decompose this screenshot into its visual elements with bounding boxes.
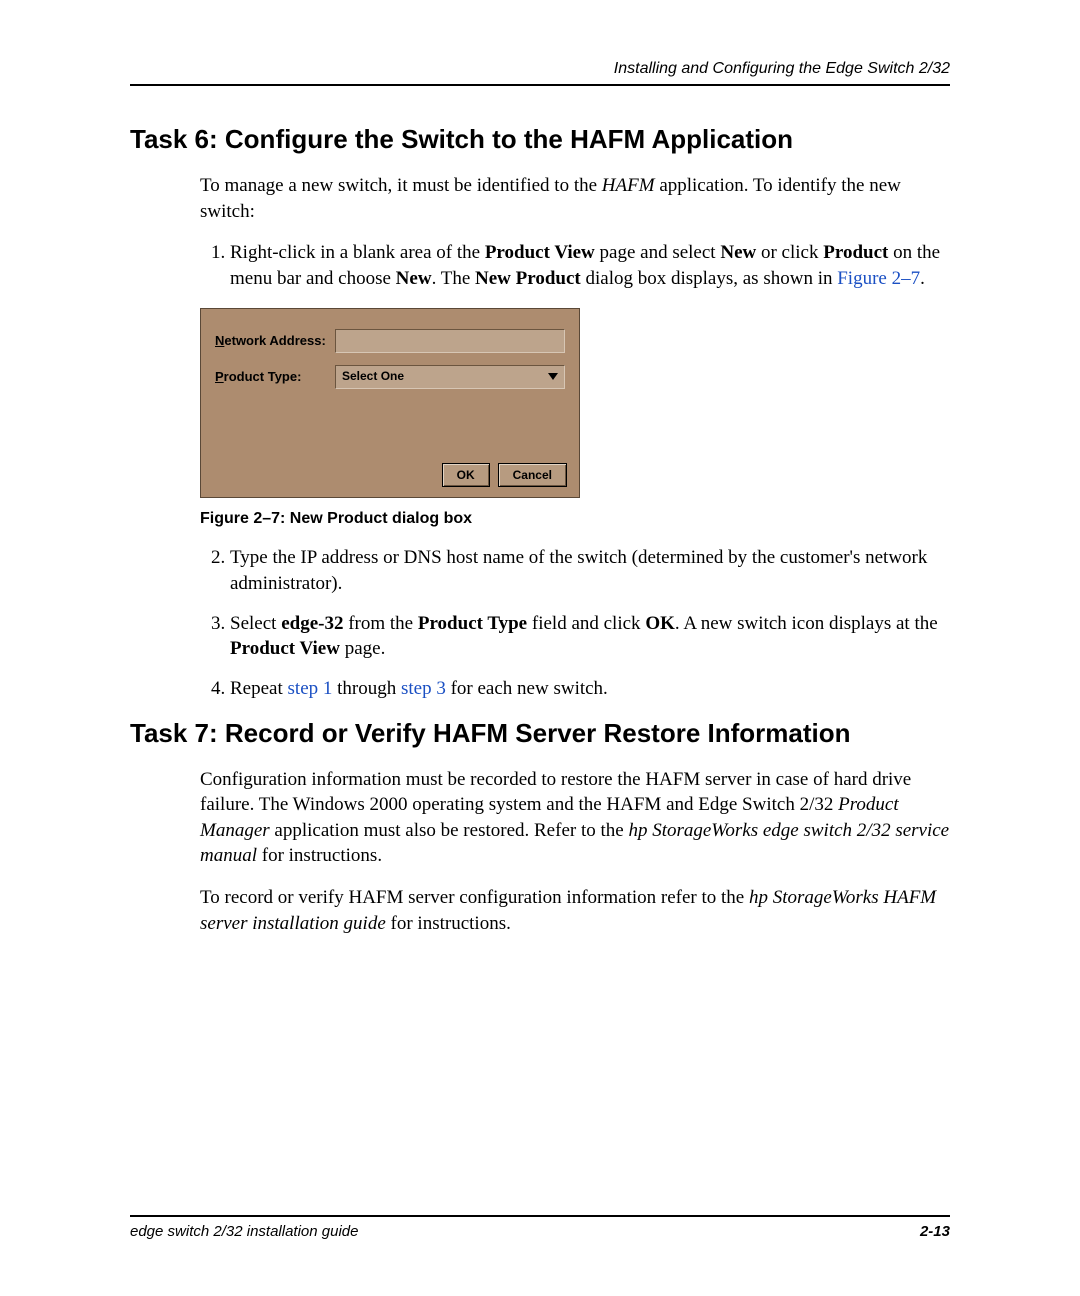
task6-list-continued: Type the IP address or DNS host name of … (200, 545, 950, 701)
task7-para-2: To record or verify HAFM server configur… (200, 885, 950, 936)
mnemonic: N (215, 333, 224, 348)
text: through (332, 678, 401, 699)
task6-list: Right-click in a blank area of the Produ… (200, 240, 950, 291)
product-type-label: Product Type: (215, 368, 335, 386)
text: Repeat (230, 678, 288, 699)
product-type-select[interactable]: Select One (335, 365, 565, 389)
ok-button[interactable]: OK (442, 463, 490, 487)
text: Select (230, 613, 281, 634)
page-number: 2-13 (920, 1223, 950, 1240)
text: for instructions. (257, 845, 382, 866)
task7-para-1: Configuration information must be record… (200, 767, 950, 870)
text-bold: New Product (475, 268, 581, 289)
step-2: Type the IP address or DNS host name of … (230, 545, 950, 596)
text: dialog box displays, as shown in (581, 268, 838, 289)
task6-title: Task 6: Configure the Switch to the HAFM… (130, 124, 950, 155)
text-bold: Product View (485, 242, 595, 263)
chevron-down-icon (548, 373, 558, 380)
text-bold: OK (645, 613, 675, 634)
mnemonic: P (215, 369, 224, 384)
step-ref-link[interactable]: step 1 (288, 678, 333, 699)
new-product-dialog: Network Address: Product Type: Select On… (200, 308, 580, 498)
figure-caption: Figure 2–7: New Product dialog box (200, 508, 950, 530)
text: from the (343, 613, 417, 634)
text-bold: Product (823, 242, 888, 263)
text: . A new switch icon displays at the (675, 613, 938, 634)
text: . The (432, 268, 475, 289)
text: field and click (527, 613, 645, 634)
text: or click (756, 242, 823, 263)
running-header: Installing and Configuring the Edge Swit… (130, 60, 950, 86)
cancel-button[interactable]: Cancel (498, 463, 567, 487)
step-4: Repeat step 1 through step 3 for each ne… (230, 676, 950, 702)
text: page and select (595, 242, 721, 263)
page-footer: edge switch 2/32 installation guide 2-13 (130, 1215, 950, 1240)
network-address-input[interactable] (335, 329, 565, 353)
task6-intro: To manage a new switch, it must be ident… (200, 173, 950, 224)
step-1: Right-click in a blank area of the Produ… (230, 240, 950, 291)
footer-title: edge switch 2/32 installation guide (130, 1223, 359, 1240)
text: . (920, 268, 925, 289)
text-bold: New (720, 242, 756, 263)
text: To record or verify HAFM server configur… (200, 887, 749, 908)
step-ref-link[interactable]: step 3 (401, 678, 446, 699)
network-address-label: Network Address: (215, 332, 335, 350)
text-italic: HAFM (602, 175, 655, 196)
step-3: Select edge-32 from the Product Type fie… (230, 611, 950, 662)
text: for instructions. (386, 913, 511, 934)
text-bold: edge-32 (281, 613, 343, 634)
figure-ref-link[interactable]: Figure 2–7 (837, 268, 920, 289)
text: Right-click in a blank area of the (230, 242, 485, 263)
text: To manage a new switch, it must be ident… (200, 175, 602, 196)
text: Configuration information must be record… (200, 769, 911, 816)
text-bold: Product Type (418, 613, 527, 634)
text-bold: Product View (230, 638, 340, 659)
text: page. (340, 638, 385, 659)
text: for each new switch. (446, 678, 608, 699)
label-text: etwork Address: (224, 333, 325, 348)
select-value: Select One (342, 368, 404, 384)
text-bold: New (396, 268, 432, 289)
text: application must also be restored. Refer… (270, 820, 629, 841)
task7-title: Task 7: Record or Verify HAFM Server Res… (130, 718, 950, 749)
label-text: roduct Type: (224, 369, 302, 384)
